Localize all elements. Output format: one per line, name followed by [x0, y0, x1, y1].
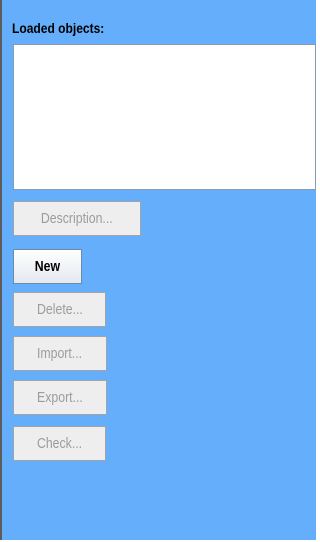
import-button[interactable]: Import...	[13, 336, 107, 371]
import-button-label: Import...	[37, 345, 83, 362]
check-button[interactable]: Check...	[13, 426, 106, 461]
export-button[interactable]: Export...	[13, 380, 107, 415]
check-button-label: Check...	[36, 435, 83, 452]
loaded-objects-list[interactable]	[13, 44, 316, 190]
delete-button[interactable]: Delete...	[13, 292, 106, 327]
delete-button-label: Delete...	[36, 301, 83, 318]
loaded-objects-panel: Loaded objects: Description... New Delet…	[0, 0, 316, 540]
description-button-label: Description...	[41, 210, 113, 227]
export-button-label: Export...	[37, 389, 83, 406]
loaded-objects-label: Loaded objects:	[12, 20, 105, 36]
description-button[interactable]: Description...	[13, 201, 141, 236]
new-button-label: New	[34, 258, 61, 275]
new-button[interactable]: New	[13, 249, 82, 284]
